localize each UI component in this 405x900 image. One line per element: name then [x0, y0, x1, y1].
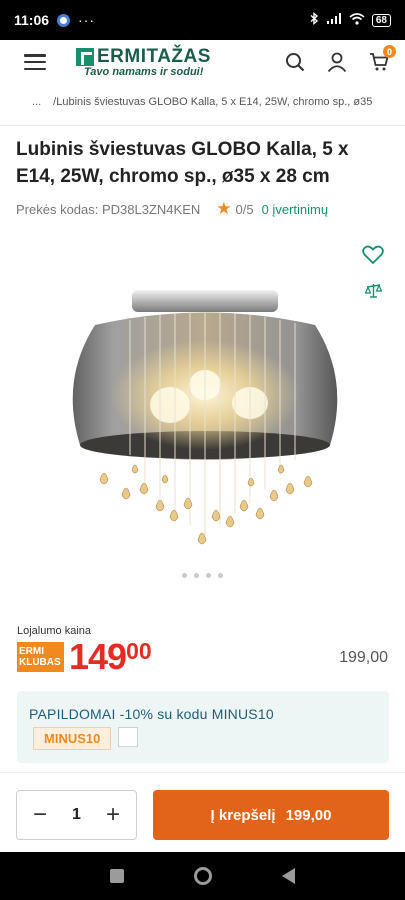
more-notifications-icon: ···: [78, 12, 96, 28]
rating-value: 0/5: [235, 201, 254, 217]
promo-box: PAPILDOMAI -10% su kodu MINUS10 MINUS10: [17, 691, 389, 763]
loyalty-price: 14900: [69, 636, 152, 678]
breadcrumb-current: /Lubinis šviestuvas GLOBO Kalla, 5 x E14…: [53, 96, 373, 108]
signal-icon: [326, 12, 342, 28]
price-cents: 00: [126, 638, 152, 664]
battery-icon: 68: [371, 13, 391, 27]
gallery-dot[interactable]: [182, 573, 187, 578]
ermi-club-badge: ERMI KLUBAS: [17, 642, 64, 672]
product-code: Prekės kodas: PD38L3ZN4KEN: [16, 201, 201, 217]
recent-apps-icon[interactable]: [110, 869, 124, 883]
wifi-icon: [349, 12, 365, 28]
divider: [0, 125, 405, 126]
badge-line-2: KLUBAS: [19, 657, 61, 668]
menu-icon[interactable]: [24, 54, 46, 70]
add-to-cart-button[interactable]: Į krepšelį 199,00: [153, 790, 389, 840]
add-to-cart-price: 199,00: [285, 806, 332, 824]
product-title: Lubinis šviestuvas GLOBO Kalla, 5 x E14,…: [16, 139, 349, 187]
star-icon: ★: [216, 199, 232, 218]
site-header: ERMITAŽAS Tavo namams ir sodui! 0: [0, 40, 405, 84]
quantity-decrease-button[interactable]: −: [29, 801, 51, 829]
quantity-increase-button[interactable]: +: [102, 801, 124, 829]
system-nav-bar: [0, 852, 405, 900]
bluetooth-icon: [310, 12, 319, 28]
wishlist-heart-icon[interactable]: [362, 245, 384, 270]
gallery-dots[interactable]: [0, 573, 405, 578]
cart-count-badge: 0: [383, 45, 396, 58]
breadcrumb: ... /Lubinis šviestuvas GLOBO Kalla, 5 x …: [0, 96, 405, 112]
gallery-dot[interactable]: [194, 573, 199, 578]
compare-scales-icon[interactable]: [364, 283, 383, 304]
status-time: 11:06: [14, 12, 50, 28]
add-to-cart-label: Į krepšelį: [210, 806, 276, 824]
logo-name: ERMITAŽAS: [97, 46, 211, 67]
quantity-value[interactable]: 1: [72, 806, 81, 824]
breadcrumb-ellipsis[interactable]: ...: [32, 96, 41, 108]
product-meta: Prekės kodas: PD38L3ZN4KEN ★ 0/5 0 įvert…: [16, 199, 396, 219]
product-image[interactable]: [60, 285, 350, 555]
quantity-stepper: − 1 +: [16, 790, 137, 840]
cart-icon[interactable]: 0: [369, 45, 396, 72]
promo-code[interactable]: MINUS10: [33, 727, 112, 750]
back-icon[interactable]: [282, 868, 295, 884]
logo-tagline: Tavo namams ir sodui!: [84, 66, 204, 78]
gallery-dot[interactable]: [218, 573, 223, 578]
status-bar: 11:06 ··· 68: [0, 0, 405, 40]
reviews-link[interactable]: 0 įvertinimų: [262, 202, 328, 217]
search-icon[interactable]: [285, 52, 305, 72]
regular-price: 199,00: [339, 649, 388, 666]
logo-mark-icon: [76, 48, 94, 66]
purchase-bar: − 1 + Į krepšelį 199,00: [0, 772, 405, 852]
home-icon[interactable]: [194, 867, 212, 885]
promo-text: PAPILDOMAI -10% su kodu MINUS10: [29, 706, 274, 722]
app-notification-icon: [57, 13, 71, 27]
price-main: 149: [69, 636, 127, 677]
user-icon[interactable]: [327, 52, 347, 72]
site-logo[interactable]: ERMITAŽAS Tavo namams ir sodui!: [76, 46, 211, 78]
badge-line-1: ERMI: [19, 646, 44, 657]
gallery-dot[interactable]: [206, 573, 211, 578]
copy-code-icon[interactable]: [118, 727, 138, 747]
